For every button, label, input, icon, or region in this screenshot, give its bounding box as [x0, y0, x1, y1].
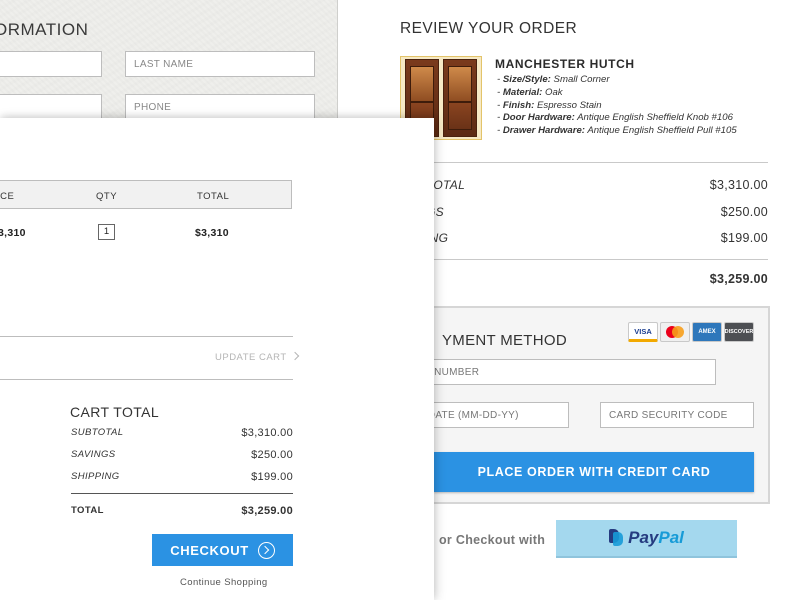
phone-field[interactable]: PHONE	[125, 94, 315, 120]
address-field[interactable]	[0, 94, 102, 120]
card-number-field[interactable]: ARD NUMBER	[400, 359, 716, 385]
divider	[0, 379, 293, 380]
row-label: SUBTOTAL	[71, 427, 124, 438]
review-title: REVIEW YOUR ORDER	[400, 20, 578, 37]
payment-title: YMENT METHOD	[442, 332, 567, 349]
chevron-right-icon	[290, 351, 299, 361]
cart-panel: ICE QTY TOTAL 3,310 1 $3,310 UPDATE CART…	[0, 118, 434, 600]
row-value: $3,310.00	[241, 427, 293, 439]
divider	[400, 162, 768, 163]
row-label: SAVINGS	[71, 449, 116, 460]
item-price: 3,310	[0, 227, 26, 239]
hutch-image-right	[443, 59, 477, 137]
paypal-icon	[609, 529, 624, 547]
item-total: $3,310	[195, 227, 229, 239]
last-name-field[interactable]: LAST NAME	[125, 51, 315, 77]
cart-total-title: CART TOTAL	[70, 404, 160, 420]
divider	[0, 336, 293, 337]
cart-table-header: ICE QTY TOTAL	[0, 180, 292, 209]
spec-item: - Finish: Espresso Stain	[497, 99, 602, 111]
qty-header: QTY	[96, 191, 118, 202]
row-value: $3,259.00	[709, 272, 768, 286]
update-cart-link[interactable]: UPDATE CART	[215, 351, 299, 363]
spec-item: - Material: Oak	[497, 86, 563, 98]
continue-shopping-link[interactable]: Continue Shopping	[180, 577, 268, 588]
product-specs: - Size/Style: Small Corner - Material: O…	[497, 74, 737, 138]
paypal-label: PayPal	[628, 528, 684, 547]
row-value: $250.00	[251, 449, 293, 461]
row-label: TOTAL	[71, 505, 104, 516]
divider	[400, 259, 768, 260]
total-header: TOTAL	[197, 191, 230, 202]
mastercard-icon	[660, 322, 690, 342]
spec-item: - Door Hardware: Antique English Sheffie…	[497, 112, 733, 124]
row-value: $3,259.00	[241, 505, 293, 517]
paypal-button[interactable]: PayPal	[556, 520, 737, 558]
visa-icon: VISA	[628, 322, 658, 342]
row-value: $250.00	[720, 205, 768, 219]
row-value: $3,310.00	[709, 178, 768, 192]
row-value: $199.00	[251, 471, 293, 483]
arrow-circle-icon	[257, 541, 275, 559]
shipping-info-title: ORMATION	[0, 20, 89, 39]
checkout-button[interactable]: CHECKOUT	[152, 534, 293, 566]
row-label: SHIPPING	[71, 471, 120, 482]
spec-item: - Drawer Hardware: Antique English Sheff…	[497, 125, 737, 137]
amex-icon: AMEX	[692, 322, 722, 342]
discover-icon: DISCOVER	[724, 322, 754, 342]
row-value: $199.00	[720, 231, 768, 245]
product-name: MANCHESTER HUTCH	[495, 57, 635, 71]
payment-method-box: YMENT METHOD VISA AMEX DISCOVER ARD NUMB…	[400, 306, 770, 504]
divider	[71, 493, 293, 494]
price-header: ICE	[0, 191, 15, 202]
spec-item: - Size/Style: Small Corner	[497, 74, 610, 85]
first-name-field[interactable]	[0, 51, 102, 77]
security-code-field[interactable]: CARD SECURITY CODE	[600, 402, 754, 428]
quantity-input[interactable]: 1	[98, 224, 115, 240]
or-checkout-text: or Checkout with	[439, 533, 546, 547]
accepted-cards: VISA AMEX DISCOVER	[628, 322, 754, 342]
place-order-button[interactable]: PLACE ORDER WITH CREDIT CARD	[434, 452, 754, 492]
